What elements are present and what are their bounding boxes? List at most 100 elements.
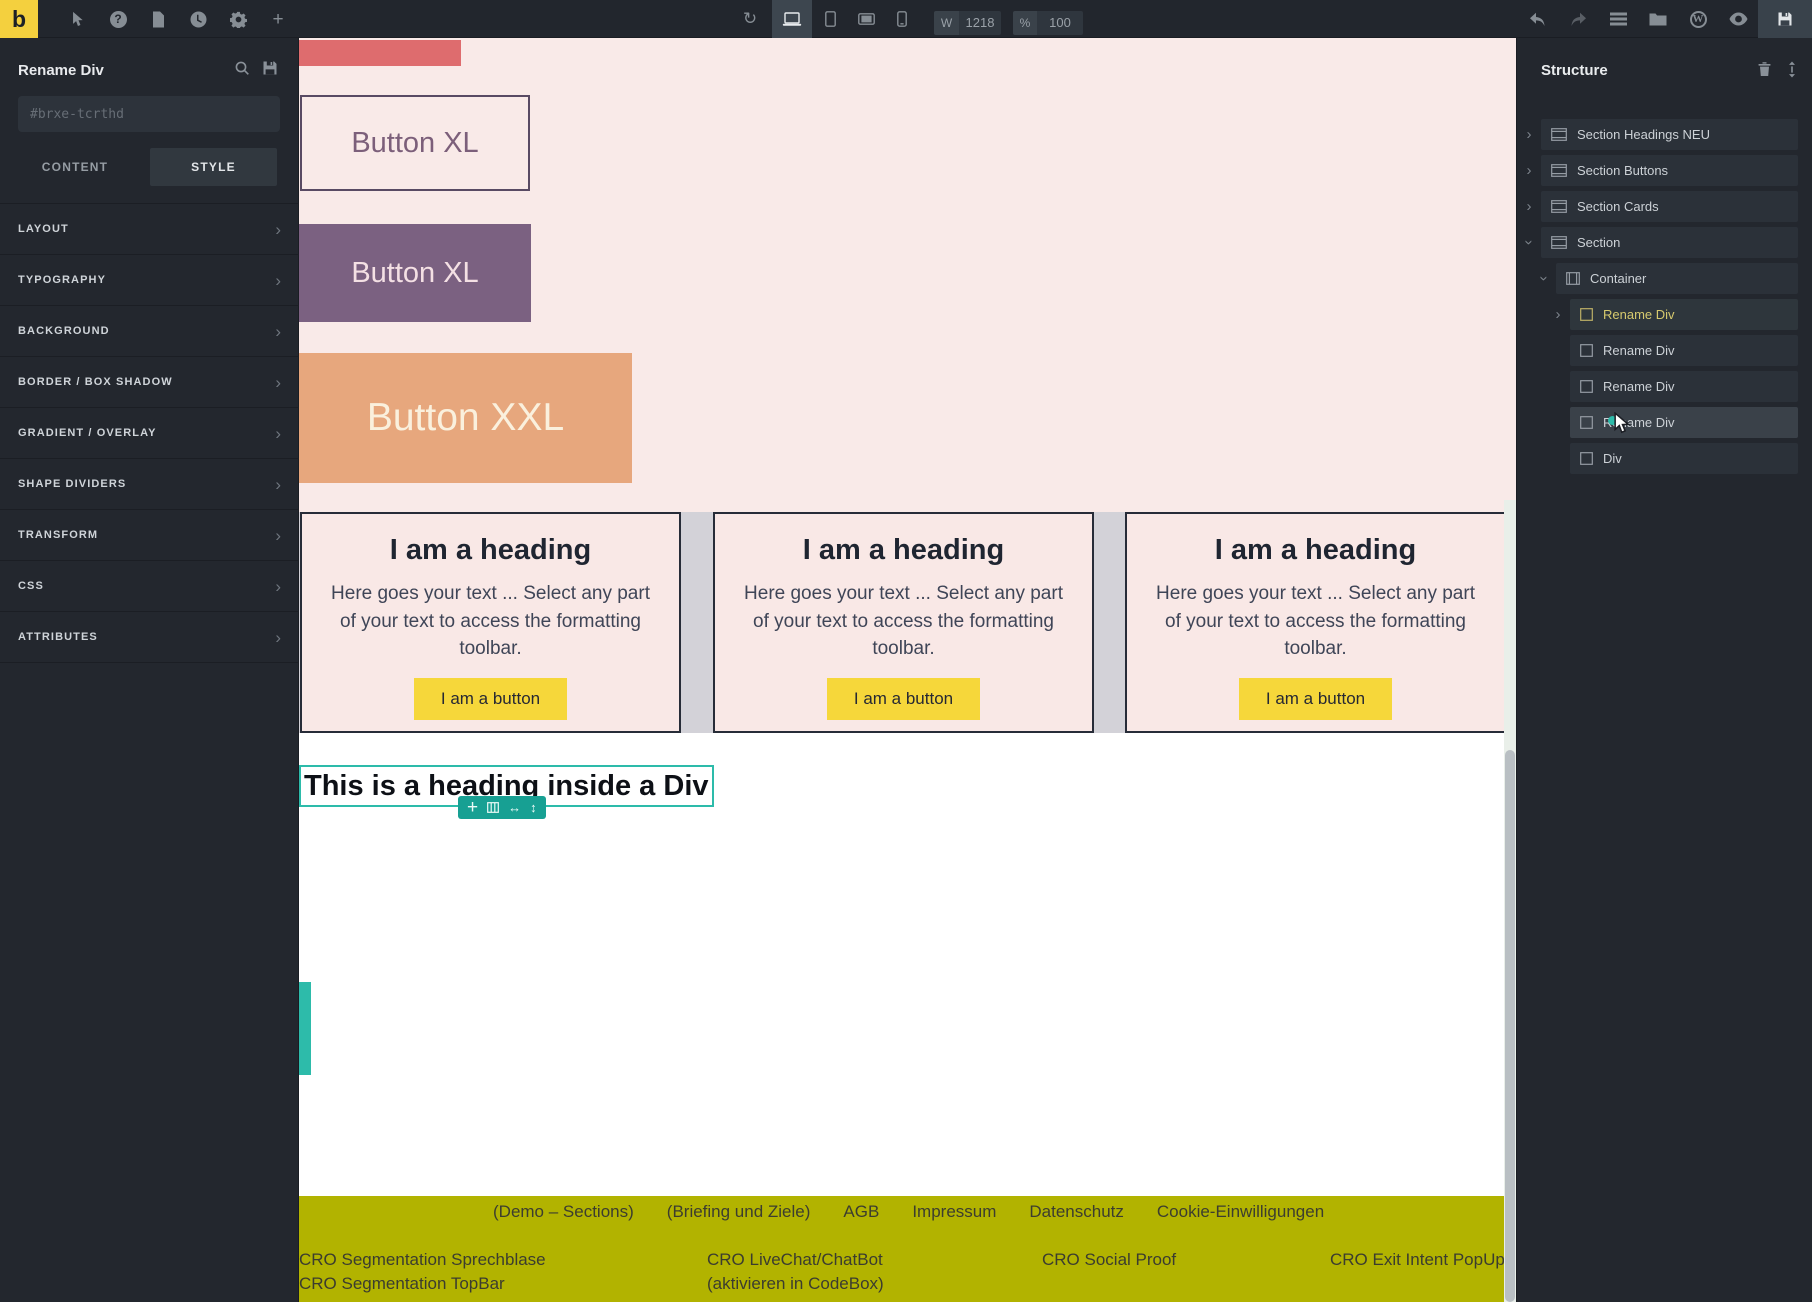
wordpress-icon[interactable]: W [1678,0,1718,38]
bricks-logo[interactable]: b [0,0,38,38]
chevron-right-icon[interactable]: › [1552,307,1564,322]
redo-icon[interactable] [1558,0,1598,38]
arrow-vertical-icon[interactable]: ↕ [530,801,537,814]
style-section-background[interactable]: BACKGROUND› [0,306,299,357]
tree-item-rename-div[interactable]: Rename Div [1570,335,1798,366]
tree-item-rename-div[interactable]: Rename Div [1570,299,1798,330]
card-button[interactable]: I am a button [827,678,980,720]
footer-column-link[interactable]: CRO Segmentation TopBar [299,1272,546,1296]
footer-link[interactable]: (Demo – Sections) [493,1202,634,1222]
footer-column-link[interactable]: CRO Exit Intent PopUp [1330,1248,1505,1272]
footer-column-link[interactable]: (aktivieren in CodeBox) [707,1272,884,1296]
tree-item-rename-div[interactable]: Rename Div [1570,407,1798,438]
style-section-typography[interactable]: TYPOGRAPHY› [0,255,299,306]
device-desktop-icon[interactable] [772,0,812,38]
add-icon[interactable]: + [258,0,298,38]
save-icon[interactable] [262,60,278,81]
footer-column-link[interactable]: CRO Social Proof [1042,1248,1176,1272]
style-section-shape-dividers[interactable]: SHAPE DIVIDERS› [0,459,299,510]
div-icon [1580,308,1593,321]
add-icon[interactable]: + [467,798,478,817]
trash-icon[interactable] [1757,61,1772,82]
div-icon [1580,344,1593,357]
page-icon[interactable] [138,0,178,38]
zoom-input[interactable] [1037,11,1083,35]
style-section-layout[interactable]: LAYOUT› [0,204,299,255]
footer-column-link[interactable]: CRO LiveChat/ChatBot [707,1248,884,1272]
save-button[interactable] [1758,0,1812,38]
chevron-down-icon[interactable]: › [1537,273,1552,285]
footer-link[interactable]: Impressum [912,1202,996,1222]
tree-item-div[interactable]: Div [1570,443,1798,474]
footer-column: CRO Exit Intent PopUp [1330,1248,1505,1272]
chevron-right-icon[interactable]: › [1523,127,1535,142]
card-body-text[interactable]: Here goes your text ... Select any part … [739,580,1068,663]
history-icon[interactable] [178,0,218,38]
structure-panel: Structure › Section Headings NEU › Section … [1516,38,1812,1302]
card-heading[interactable]: I am a heading [302,534,679,567]
selection-edge-indicator [299,982,311,1075]
structure-title: Structure [1541,62,1608,79]
red-divider-element[interactable] [299,40,461,66]
canvas-button-xl-outline[interactable]: Button XL [300,95,530,191]
device-tablet-icon[interactable] [812,0,848,38]
chevron-down-icon[interactable]: › [1522,237,1537,249]
chevron-right-icon[interactable]: › [1523,163,1535,178]
container-icon [1566,272,1580,285]
tree-item-section-headings-neu[interactable]: Section Headings NEU [1541,119,1798,150]
footer-link[interactable]: Datenschutz [1029,1202,1124,1222]
content-card: I am a heading Here goes your text ... Se… [713,512,1094,733]
css-id-input[interactable] [18,96,280,132]
card-body-text[interactable]: Here goes your text ... Select any part … [326,580,655,663]
refresh-icon[interactable]: ↻ [735,0,765,38]
card-button[interactable]: I am a button [1239,678,1392,720]
canvas-button-xxl[interactable]: Button XXL [299,353,632,483]
panel-tabs: CONTENTSTYLE [0,148,299,186]
undo-icon[interactable] [1518,0,1558,38]
tree-item-section[interactable]: Section [1541,227,1798,258]
width-field-label: W [934,11,959,35]
device-mobile-icon[interactable] [884,0,920,38]
device-tablet-landscape-icon[interactable] [848,0,884,38]
search-icon[interactable] [234,60,250,81]
tab-style[interactable]: STYLE [150,148,277,186]
footer-column-link[interactable]: CRO Segmentation Sprechblase [299,1248,546,1272]
tab-content[interactable]: CONTENT [0,148,150,186]
card-heading[interactable]: I am a heading [1127,534,1504,567]
style-section-label: LAYOUT [18,223,69,235]
footer-link[interactable]: Cookie-Einwilligungen [1157,1202,1324,1222]
footer-link[interactable]: (Briefing und Ziele) [667,1202,811,1222]
style-section-css[interactable]: CSS› [0,561,299,612]
style-section-transform[interactable]: TRANSFORM› [0,510,299,561]
card-heading[interactable]: I am a heading [715,534,1092,567]
tree-item-label: Rename Div [1603,379,1675,394]
expand-collapse-icon[interactable] [1785,61,1799,83]
columns-icon[interactable] [487,802,499,813]
card-body-text[interactable]: Here goes your text ... Select any part … [1151,580,1480,663]
tree-item-container[interactable]: Container [1556,263,1798,294]
help-icon[interactable]: ? [98,0,138,38]
pointer-icon[interactable] [58,0,98,38]
menu-icon[interactable] [1598,0,1638,38]
style-section-gradient-overlay[interactable]: GRADIENT / OVERLAY› [0,408,299,459]
canvas-button-xl-filled[interactable]: Button XL [299,224,531,322]
style-section-attributes[interactable]: ATTRIBUTES› [0,612,299,663]
tree-item-rename-div[interactable]: Rename Div [1570,371,1798,402]
element-quick-toolbar: + ↔ ↕ [458,796,546,819]
section-icon [1551,164,1567,177]
preview-icon[interactable] [1718,0,1758,38]
scrollbar-thumb[interactable] [1505,750,1515,1302]
style-section-border-box-shadow[interactable]: BORDER / BOX SHADOW› [0,357,299,408]
tree-item-section-cards[interactable]: Section Cards [1541,191,1798,222]
tree-item-section-buttons[interactable]: Section Buttons [1541,155,1798,186]
folder-icon[interactable] [1638,0,1678,38]
zoom-field-label: % [1013,11,1037,35]
footer-link[interactable]: AGB [843,1202,879,1222]
arrow-horizontal-icon[interactable]: ↔ [508,801,521,814]
top-toolbar: b ? + ↻ W % W [0,0,1812,38]
settings-icon[interactable] [218,0,258,38]
chevron-right-icon[interactable]: › [1523,199,1535,214]
canvas-scrollbar[interactable] [1504,500,1516,1302]
width-input[interactable] [959,11,1001,35]
card-button[interactable]: I am a button [414,678,567,720]
